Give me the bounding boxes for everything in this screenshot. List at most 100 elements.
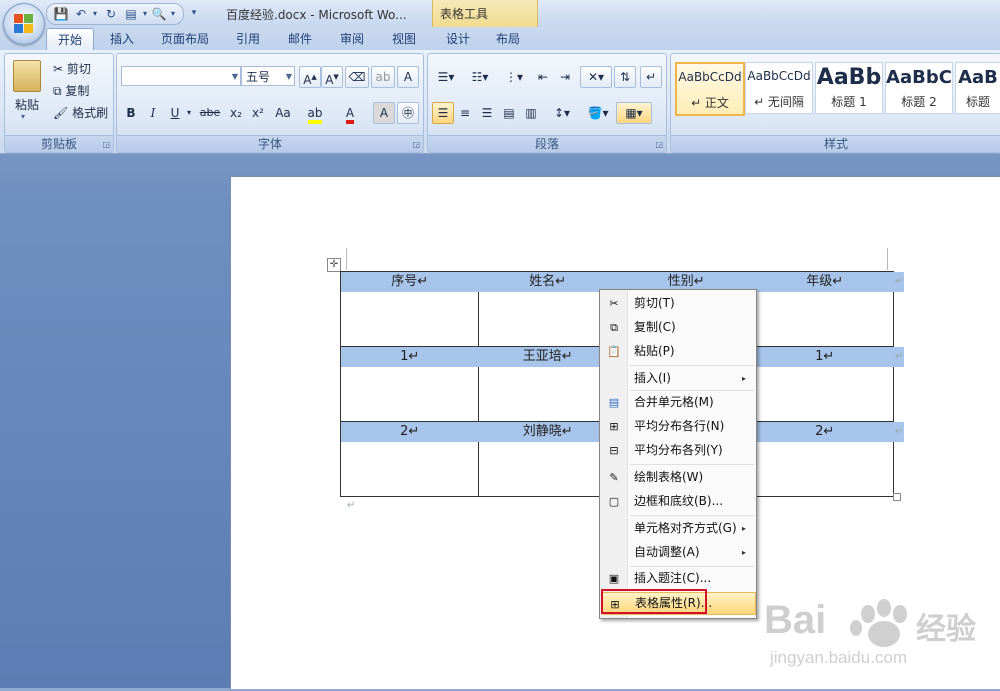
tab-design[interactable]: 设计 bbox=[436, 28, 480, 50]
table-resize-handle[interactable] bbox=[893, 493, 901, 501]
menu-item-copy[interactable]: ⧉ 复制(C) bbox=[602, 316, 754, 339]
font-launcher-icon[interactable]: ◲ bbox=[412, 140, 420, 149]
multilevel-list-icon[interactable]: ⋮▾ bbox=[500, 66, 528, 88]
tab-references[interactable]: 引用 bbox=[226, 28, 270, 50]
table-cell[interactable]: 刘静晓↵ bbox=[477, 421, 617, 497]
style-title[interactable]: AaB 标题 bbox=[955, 62, 1000, 114]
table-cell[interactable]: 王亚培↵ bbox=[477, 346, 617, 422]
table-cell[interactable]: 2↵ bbox=[754, 421, 894, 497]
table-cell[interactable]: 姓名↵ bbox=[477, 271, 617, 347]
tab-review[interactable]: 审阅 bbox=[330, 28, 374, 50]
line-spacing-icon[interactable]: ↕▾ bbox=[546, 102, 578, 124]
table-cell[interactable]: 1↵ bbox=[754, 346, 894, 422]
tab-layout[interactable]: 布局 bbox=[486, 28, 530, 50]
align-left-icon[interactable]: ☰ bbox=[432, 102, 454, 124]
bullets-icon[interactable]: ☰▾ bbox=[432, 66, 460, 88]
menu-item-insert[interactable]: 插入(I) ▸ bbox=[602, 367, 754, 390]
table-cell[interactable]: 1↵ bbox=[340, 346, 479, 422]
menu-item-paste[interactable]: 📋 粘贴(P) bbox=[602, 340, 754, 363]
menu-item-label: 平均分布各列(Y) bbox=[634, 443, 723, 457]
justify-icon[interactable]: ▤ bbox=[498, 102, 520, 124]
save-icon[interactable]: 💾 bbox=[53, 6, 69, 22]
menu-item-borders-shading[interactable]: ▢ 边框和底纹(B)... bbox=[602, 490, 754, 513]
numbering-icon[interactable]: ☷▾ bbox=[466, 66, 494, 88]
draw-table-icon: ✎ bbox=[609, 471, 619, 484]
shading-icon[interactable]: 🪣▾ bbox=[582, 102, 614, 124]
char-border-button[interactable]: A bbox=[397, 66, 419, 88]
watermark-domain: jingyan.baidu.com bbox=[770, 648, 908, 667]
subscript-button[interactable]: x₂ bbox=[225, 102, 247, 124]
table-move-handle-icon[interactable]: ✛ bbox=[327, 258, 341, 272]
superscript-button[interactable]: x² bbox=[247, 102, 269, 124]
highlight-color-icon[interactable]: ab bbox=[303, 102, 327, 124]
menu-item-distribute-columns[interactable]: ⊟ 平均分布各列(Y) bbox=[602, 439, 754, 462]
shrink-font-button[interactable]: A▼ bbox=[321, 66, 343, 88]
menu-item-autofit[interactable]: 自动调整(A) ▸ bbox=[602, 541, 754, 564]
borders-icon[interactable]: ▦▾ bbox=[616, 102, 652, 124]
style-name: 标题 bbox=[965, 95, 990, 109]
format-painter-button[interactable]: 🖌 格式刷 bbox=[53, 104, 108, 121]
paste-dropdown-icon[interactable]: ▾ bbox=[21, 112, 25, 121]
copy-button[interactable]: ⧉ 复制 bbox=[53, 82, 89, 99]
change-case-button[interactable]: Aa bbox=[271, 102, 295, 124]
bold-button[interactable]: B bbox=[121, 102, 141, 124]
sort-icon[interactable]: ⇅ bbox=[614, 66, 636, 88]
underline-button[interactable]: U bbox=[165, 102, 185, 124]
tab-mailings[interactable]: 邮件 bbox=[278, 28, 322, 50]
context-menu: ✂ 剪切(T) ⧉ 复制(C) 📋 粘贴(P) 插入(I) ▸ ▤ 合并单元格(M) ⊞ 平… bbox=[599, 289, 757, 619]
preview-dropdown-icon[interactable]: ▾ bbox=[165, 6, 181, 22]
decrease-indent-icon[interactable]: ⇤ bbox=[532, 66, 554, 88]
submenu-arrow-icon: ▸ bbox=[741, 524, 746, 533]
grow-font-button[interactable]: A▲ bbox=[299, 66, 321, 88]
char-shading-button[interactable]: A bbox=[373, 102, 395, 124]
menu-item-distribute-rows[interactable]: ⊞ 平均分布各行(N) bbox=[602, 415, 754, 438]
underline-dropdown-icon[interactable]: ▾ bbox=[183, 102, 195, 124]
menu-item-cut[interactable]: ✂ 剪切(T) bbox=[602, 292, 754, 315]
table-cell[interactable]: 2↵ bbox=[340, 421, 479, 497]
menu-item-draw-table[interactable]: ✎ 绘制表格(W) bbox=[602, 466, 754, 489]
menu-item-cell-alignment[interactable]: 单元格对齐方式(G) ▸ bbox=[602, 517, 754, 540]
clear-format-icon[interactable]: ⌫ bbox=[345, 66, 369, 88]
tab-page-layout[interactable]: 页面布局 bbox=[152, 28, 218, 50]
style-no-spacing[interactable]: AaBbCcDd ↵ 无间隔 bbox=[745, 62, 813, 114]
tab-home[interactable]: 开始 bbox=[46, 28, 94, 51]
office-button[interactable] bbox=[3, 3, 45, 45]
font-name-combo[interactable]: ▼ bbox=[121, 66, 241, 86]
submenu-arrow-icon: ▸ bbox=[741, 374, 746, 383]
align-center-icon[interactable]: ≡ bbox=[454, 102, 476, 124]
paragraph-launcher-icon[interactable]: ◲ bbox=[655, 140, 663, 149]
enclose-char-button[interactable]: ㊥ bbox=[397, 102, 419, 124]
redo-icon[interactable]: ↻ bbox=[103, 6, 119, 22]
italic-button[interactable]: I bbox=[143, 102, 163, 124]
phonetic-guide-icon[interactable]: ab bbox=[371, 66, 395, 88]
cell-text: 2↵ bbox=[755, 422, 894, 442]
paste-button[interactable]: 粘贴 bbox=[9, 96, 45, 113]
menu-item-label: 边框和底纹(B)... bbox=[634, 494, 724, 508]
style-heading-2[interactable]: AaBbC 标题 2 bbox=[885, 62, 953, 114]
tab-insert[interactable]: 插入 bbox=[100, 28, 144, 50]
undo-dropdown-icon[interactable]: ▾ bbox=[87, 6, 103, 22]
chinese-layout-icon[interactable]: ✕▾ bbox=[580, 66, 612, 88]
menu-item-merge-cells[interactable]: ▤ 合并单元格(M) bbox=[602, 391, 754, 414]
align-right-icon[interactable]: ☰ bbox=[476, 102, 498, 124]
style-preview: AaBbCcDd bbox=[678, 70, 742, 84]
font-color-icon[interactable]: A bbox=[339, 102, 361, 124]
show-marks-icon[interactable]: ↵ bbox=[640, 66, 662, 88]
customize-qat-icon[interactable]: ▾ bbox=[186, 5, 202, 21]
menu-item-label: 剪切(T) bbox=[634, 296, 675, 310]
font-size-combo[interactable]: 五号 ▼ bbox=[241, 66, 295, 86]
table-cell[interactable]: 序号↵ bbox=[340, 271, 479, 347]
tab-view[interactable]: 视图 bbox=[382, 28, 426, 50]
paste-icon[interactable] bbox=[13, 60, 41, 92]
menu-item-insert-caption[interactable]: ▣ 插入题注(C)... bbox=[602, 567, 754, 590]
clipboard-launcher-icon[interactable]: ◲ bbox=[102, 140, 110, 149]
style-heading-1[interactable]: AaBb 标题 1 bbox=[815, 62, 883, 114]
strikethrough-button[interactable]: abe bbox=[197, 102, 223, 124]
cut-button[interactable]: ✂ 剪切 bbox=[53, 60, 91, 77]
cell-text: 序号↵ bbox=[341, 272, 479, 292]
format-painter-label: 格式刷 bbox=[72, 106, 109, 120]
style-normal[interactable]: AaBbCcDd ↵ 正文 bbox=[675, 62, 745, 116]
increase-indent-icon[interactable]: ⇥ bbox=[554, 66, 576, 88]
table-cell[interactable]: 年级↵ bbox=[754, 271, 894, 347]
distributed-icon[interactable]: ▥ bbox=[520, 102, 542, 124]
